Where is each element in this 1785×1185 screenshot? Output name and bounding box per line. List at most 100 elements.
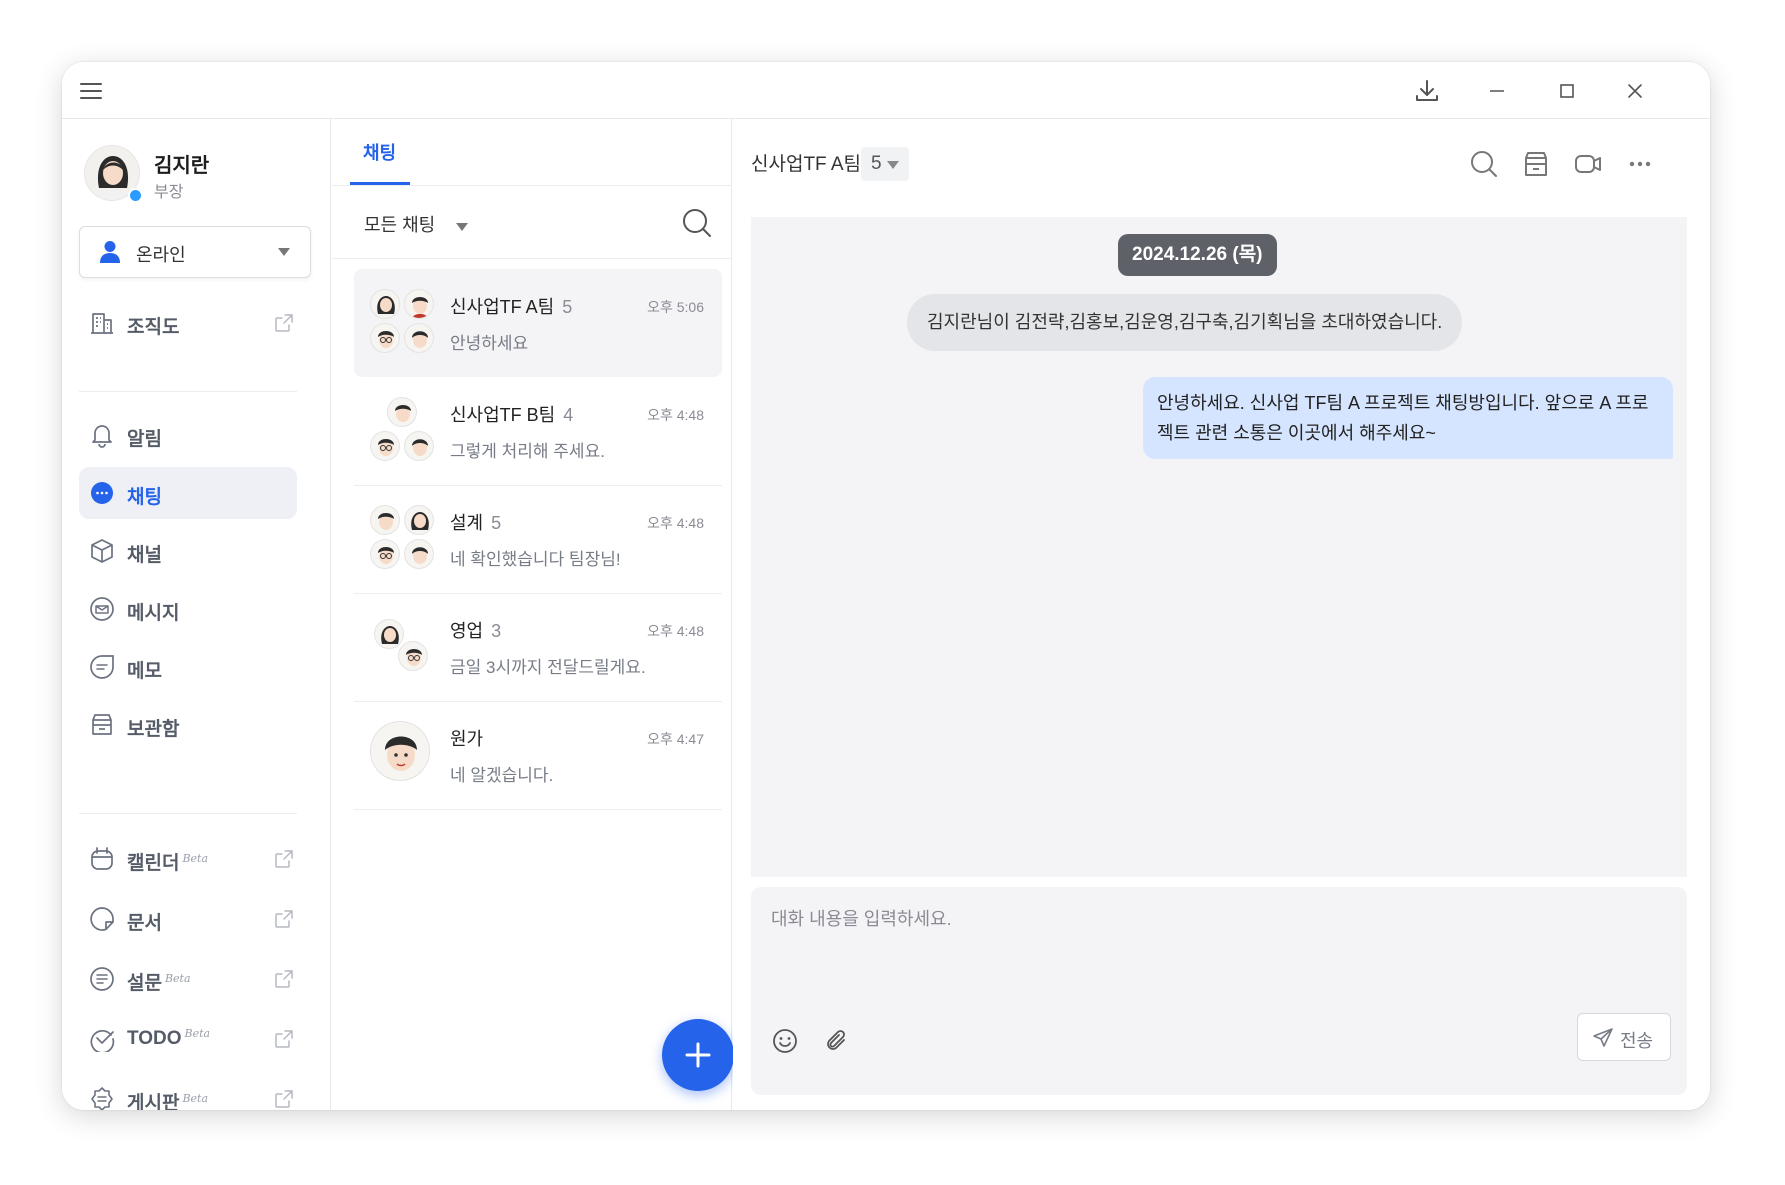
room-time: 오후 4:47 bbox=[647, 731, 704, 747]
mail-icon bbox=[90, 597, 114, 621]
status-label: 온라인 bbox=[136, 245, 186, 265]
chat-header: 신사업TF A팀 5 bbox=[733, 119, 1710, 209]
tab-label: 채팅 bbox=[363, 143, 397, 163]
user-icon bbox=[100, 241, 120, 263]
filter-label: 모든 채팅 bbox=[364, 215, 436, 235]
avatar bbox=[370, 721, 434, 785]
group-avatar bbox=[370, 289, 434, 353]
chat-room-title: 신사업TF A팀 bbox=[751, 154, 862, 175]
status-dropdown[interactable]: 온라인 bbox=[79, 226, 311, 278]
message-composer: 전송 bbox=[751, 887, 1687, 1095]
group-avatar bbox=[370, 613, 434, 677]
beta-tag: Beta bbox=[182, 852, 209, 865]
sidebar-item-board[interactable]: 게시판 Beta bbox=[79, 1073, 297, 1110]
room-name: 신사업TF B팀 4 bbox=[450, 405, 574, 425]
download-icon[interactable] bbox=[1412, 76, 1442, 106]
memo-icon bbox=[90, 655, 114, 679]
beta-tag: Beta bbox=[164, 972, 191, 985]
sidebar-item-orgchart[interactable]: 조직도 bbox=[79, 297, 297, 349]
beta-tag: Beta bbox=[184, 1027, 211, 1040]
message-input[interactable] bbox=[771, 905, 1661, 985]
new-chat-button[interactable] bbox=[662, 1019, 734, 1091]
sidebar-item-label: 알림 bbox=[127, 429, 162, 450]
date-divider: 2024.12.26 (목) bbox=[1118, 234, 1277, 276]
archive-icon[interactable] bbox=[1521, 149, 1551, 179]
emoji-icon[interactable] bbox=[771, 1027, 799, 1055]
chat-room-item[interactable]: 신사업TF B팀 4 오후 4:48 그렇게 처리해 주세요. bbox=[354, 377, 722, 486]
room-name: 신사업TF A팀 5 bbox=[450, 297, 573, 317]
divider bbox=[332, 258, 732, 259]
chat-icon bbox=[91, 482, 113, 504]
calendar-icon bbox=[91, 847, 113, 870]
sidebar-item-label: 설문 Beta bbox=[127, 972, 191, 994]
sidebar-item-todo[interactable]: TODO Beta bbox=[79, 1013, 297, 1065]
maximize-icon[interactable] bbox=[1552, 76, 1582, 106]
external-link-icon[interactable] bbox=[273, 1088, 295, 1110]
room-last-message: 네 알겠습니다. bbox=[450, 766, 554, 785]
external-link-icon[interactable] bbox=[273, 968, 295, 990]
external-link-icon[interactable] bbox=[273, 908, 295, 930]
menu-icon[interactable] bbox=[76, 76, 106, 106]
beta-tag: Beta bbox=[182, 1092, 209, 1105]
system-message: 김지란님이 김전략,김홍보,김운영,김구축,김기획님을 초대하였습니다. bbox=[907, 294, 1463, 351]
room-last-message: 그렇게 처리해 주세요. bbox=[450, 442, 605, 461]
send-icon bbox=[1593, 1028, 1613, 1047]
building-icon bbox=[91, 313, 113, 334]
chat-room-item[interactable]: 원가 오후 4:47 네 알겠습니다. bbox=[354, 701, 722, 810]
bell-icon bbox=[92, 425, 112, 448]
external-link-icon[interactable] bbox=[273, 1028, 295, 1050]
sidebar-item-calendar[interactable]: 캘린더 Beta bbox=[79, 833, 297, 885]
plus-icon bbox=[685, 1042, 711, 1068]
sidebar-item-label: 게시판 Beta bbox=[127, 1092, 209, 1110]
sidebar-item-survey[interactable]: 설문 Beta bbox=[79, 953, 297, 1005]
external-link-icon[interactable] bbox=[273, 848, 295, 870]
chat-filter-dropdown[interactable]: 모든 채팅 bbox=[364, 211, 468, 239]
group-avatar bbox=[370, 505, 434, 569]
room-time: 오후 4:48 bbox=[647, 515, 704, 531]
sidebar-item-label: 메시지 bbox=[127, 603, 180, 624]
app-window: 김지란 부장 온라인 조직도 알림 채팅 채널 메시지 메모 보관함 캘린더 B… bbox=[62, 62, 1710, 1110]
minimize-icon[interactable] bbox=[1482, 76, 1512, 106]
my-message-bubble: 안녕하세요. 신사업 TF팀 A 프로젝트 채팅방입니다. 앞으로 A 프로젝트… bbox=[1143, 377, 1673, 459]
sidebar-item-archive[interactable]: 보관함 bbox=[79, 699, 297, 751]
online-indicator bbox=[128, 188, 143, 203]
member-count: 4 bbox=[563, 405, 574, 425]
sidebar-item-memo[interactable]: 메모 bbox=[79, 641, 297, 693]
cube-icon bbox=[91, 539, 113, 563]
search-icon[interactable] bbox=[681, 207, 713, 239]
title-bar bbox=[62, 62, 1710, 119]
sidebar-item-message[interactable]: 메시지 bbox=[79, 583, 297, 635]
external-link-icon[interactable] bbox=[273, 312, 295, 334]
chat-room-item[interactable]: 신사업TF A팀 5 오후 5:06 안녕하세요 bbox=[354, 269, 722, 377]
room-last-message: 금일 3시까지 전달드릴게요. bbox=[450, 658, 646, 677]
member-count: 5 bbox=[871, 153, 882, 174]
video-icon[interactable] bbox=[1573, 149, 1603, 179]
room-name: 설계 5 bbox=[450, 513, 502, 533]
sidebar-item-docs[interactable]: 문서 bbox=[79, 893, 297, 945]
attach-icon[interactable] bbox=[823, 1027, 851, 1055]
send-button[interactable]: 전송 bbox=[1577, 1013, 1671, 1061]
more-icon[interactable] bbox=[1625, 149, 1655, 179]
sidebar-item-label: 메모 bbox=[127, 661, 162, 682]
chat-room-item[interactable]: 영업 3 오후 4:48 금일 3시까지 전달드릴게요. bbox=[354, 593, 722, 702]
sidebar-item-chat[interactable]: 채팅 bbox=[79, 467, 297, 519]
profile-role: 부장 bbox=[154, 184, 184, 201]
room-time: 오후 4:48 bbox=[647, 623, 704, 639]
tab-chat[interactable]: 채팅 bbox=[350, 119, 410, 185]
tab-bar: 채팅 bbox=[332, 119, 731, 185]
room-last-message: 안녕하세요 bbox=[450, 334, 529, 353]
profile[interactable]: 김지란 부장 bbox=[84, 145, 324, 205]
sidebar-item-label: 보관함 bbox=[127, 719, 180, 740]
room-last-message: 네 확인했습니다 팀장님! bbox=[450, 550, 621, 569]
document-icon bbox=[90, 907, 114, 931]
member-count-button[interactable]: 5 bbox=[861, 147, 909, 181]
close-icon[interactable] bbox=[1620, 76, 1650, 106]
board-icon bbox=[91, 1087, 113, 1110]
divider bbox=[79, 391, 297, 392]
sidebar-item-alerts[interactable]: 알림 bbox=[79, 409, 297, 461]
message-list: 2024.12.26 (목) 김지란님이 김전략,김홍보,김운영,김구축,김기획… bbox=[751, 217, 1687, 877]
chat-room-item[interactable]: 설계 5 오후 4:48 네 확인했습니다 팀장님! bbox=[354, 485, 722, 594]
sidebar-item-channel[interactable]: 채널 bbox=[79, 525, 297, 577]
room-name: 영업 3 bbox=[450, 621, 502, 641]
search-icon[interactable] bbox=[1469, 149, 1499, 179]
